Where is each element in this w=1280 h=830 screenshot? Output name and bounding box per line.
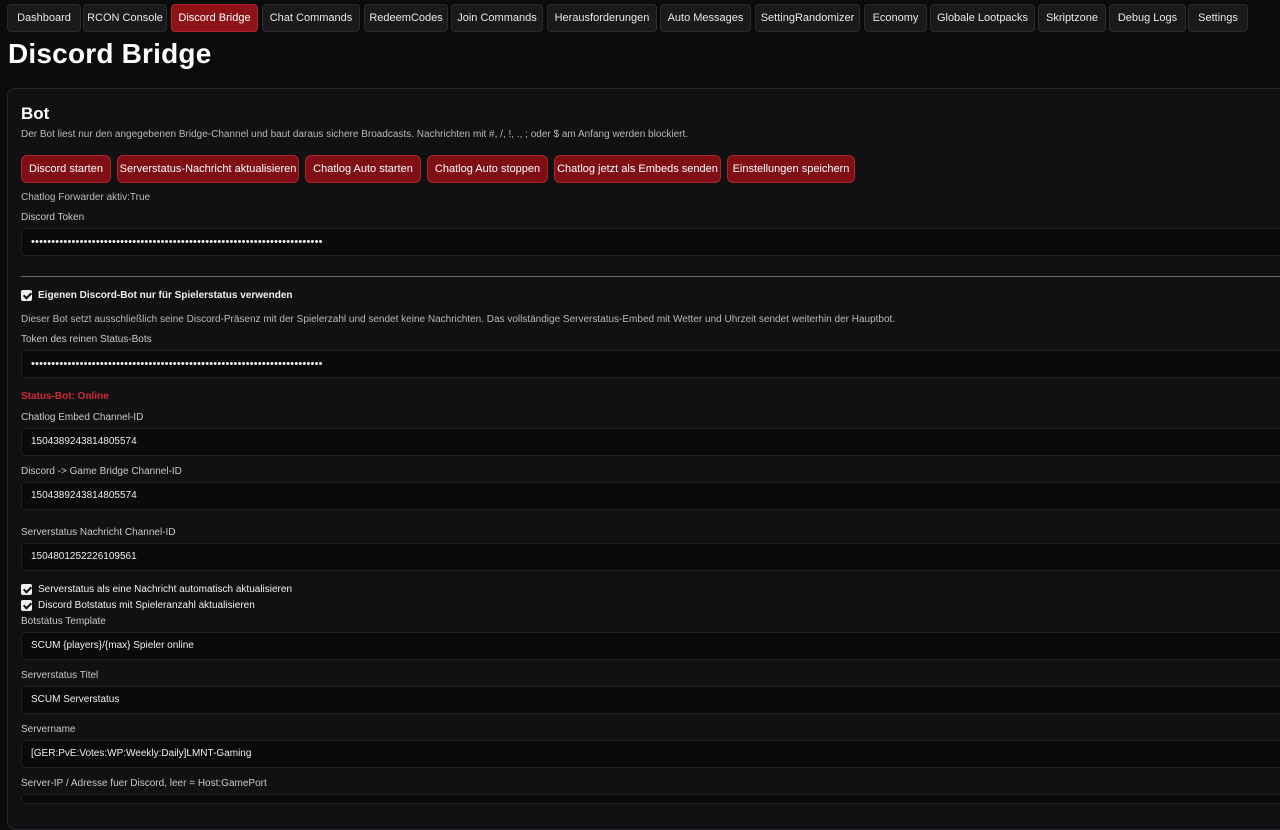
status-bot-online-badge: Status-Bot: Online	[21, 391, 109, 402]
status-bot-description: Dieser Bot setzt ausschließlich seine Di…	[21, 314, 896, 325]
checkbox-auto-update-msg[interactable]	[21, 584, 32, 595]
tab-settings[interactable]: Settings	[1188, 4, 1248, 32]
page-title: Discord Bridge	[8, 38, 212, 69]
tab-chat-commands[interactable]: Chat Commands	[262, 4, 360, 32]
section-title-bot: Bot	[21, 104, 50, 123]
chatlog-auto-stop-button[interactable]: Chatlog Auto stoppen	[427, 155, 548, 183]
tab-globale-lootpacks[interactable]: Globale Lootpacks	[930, 4, 1035, 32]
chatlog-forwarder-status: Chatlog Forwarder aktiv:True	[21, 192, 151, 203]
bridge-channel-label: Discord -> Game Bridge Channel-ID	[21, 466, 182, 477]
tab-discord-bridge[interactable]: Discord Bridge	[171, 4, 258, 32]
chatlog-channel-label: Chatlog Embed Channel-ID	[21, 412, 144, 423]
tab-redeem-codes[interactable]: RedeemCodes	[364, 4, 448, 32]
tab-rcon-console[interactable]: RCON Console	[83, 4, 167, 32]
server-ip-input[interactable]	[21, 794, 1280, 804]
own-status-bot-checkbox-row[interactable]: Eigenen Discord-Bot nur für Spielerstatu…	[21, 290, 293, 301]
checkbox-own-status-bot[interactable]	[21, 290, 32, 301]
serverstatus-title-input[interactable]: SCUM Serverstatus	[21, 686, 1280, 714]
auto-update-msg-checkbox-row[interactable]: Serverstatus als eine Nachricht automati…	[21, 584, 292, 595]
serverstatus-channel-input[interactable]: 1504801252226109561	[21, 543, 1280, 571]
bot-description: Der Bot liest nur den angegebenen Bridge…	[21, 129, 689, 140]
botstatus-template-label: Botstatus Template	[21, 616, 106, 627]
botstatus-template-input[interactable]: SCUM {players}/{max} Spieler online	[21, 632, 1280, 660]
auto-update-msg-label: Serverstatus als eine Nachricht automati…	[38, 584, 293, 595]
tab-auto-messages[interactable]: Auto Messages	[660, 4, 751, 32]
update-botstatus-label: Discord Botstatus mit Spieleranzahl aktu…	[38, 600, 255, 611]
tab-economy[interactable]: Economy	[864, 4, 927, 32]
servername-label: Servername	[21, 724, 76, 735]
bridge-channel-input[interactable]: 1504389243814805574	[21, 482, 1280, 510]
serverstatus-channel-label: Serverstatus Nachricht Channel-ID	[21, 527, 176, 538]
discord-start-button[interactable]: Discord starten	[21, 155, 111, 183]
chatlog-auto-start-button[interactable]: Chatlog Auto starten	[305, 155, 421, 183]
own-status-bot-label: Eigenen Discord-Bot nur für Spielerstatu…	[38, 290, 293, 301]
status-bot-token-label: Token des reinen Status-Bots	[21, 334, 152, 345]
discord-token-input[interactable]: ••••••••••••••••••••••••••••••••••••••••…	[21, 228, 1280, 256]
discord-token-label: Discord Token	[21, 212, 85, 223]
servername-input[interactable]: [GER:PvE:Votes:WP:Weekly:Daily]LMNT-Gami…	[21, 740, 1280, 768]
status-bot-token-input[interactable]: ••••••••••••••••••••••••••••••••••••••••…	[21, 350, 1280, 378]
checkbox-update-botstatus[interactable]	[21, 600, 32, 611]
main-tab-bar: Dashboard RCON Console Discord Bridge Ch…	[0, 0, 1280, 34]
update-botstatus-checkbox-row[interactable]: Discord Botstatus mit Spieleranzahl aktu…	[21, 600, 255, 611]
tab-join-commands[interactable]: Join Commands	[451, 4, 543, 32]
chatlog-channel-input[interactable]: 1504389243814805574	[21, 428, 1280, 456]
save-settings-button[interactable]: Einstellungen speichern	[727, 155, 855, 183]
server-ip-label: Server-IP / Adresse fuer Discord, leer =…	[21, 778, 267, 789]
tab-debug-logs[interactable]: Debug Logs	[1109, 4, 1186, 32]
tab-herausforderungen[interactable]: Herausforderungen	[547, 4, 657, 32]
bot-settings-card	[7, 88, 1280, 830]
tab-skriptzone[interactable]: Skriptzone	[1038, 4, 1106, 32]
serverstatus-title-label: Serverstatus Titel	[21, 670, 99, 681]
chatlog-send-embeds-button[interactable]: Chatlog jetzt als Embeds senden	[554, 155, 721, 183]
tab-dashboard[interactable]: Dashboard	[7, 4, 81, 32]
update-serverstatus-button[interactable]: Serverstatus-Nachricht aktualisieren	[117, 155, 299, 183]
divider	[21, 276, 1280, 277]
tab-setting-randomizer[interactable]: SettingRandomizer	[755, 4, 860, 32]
